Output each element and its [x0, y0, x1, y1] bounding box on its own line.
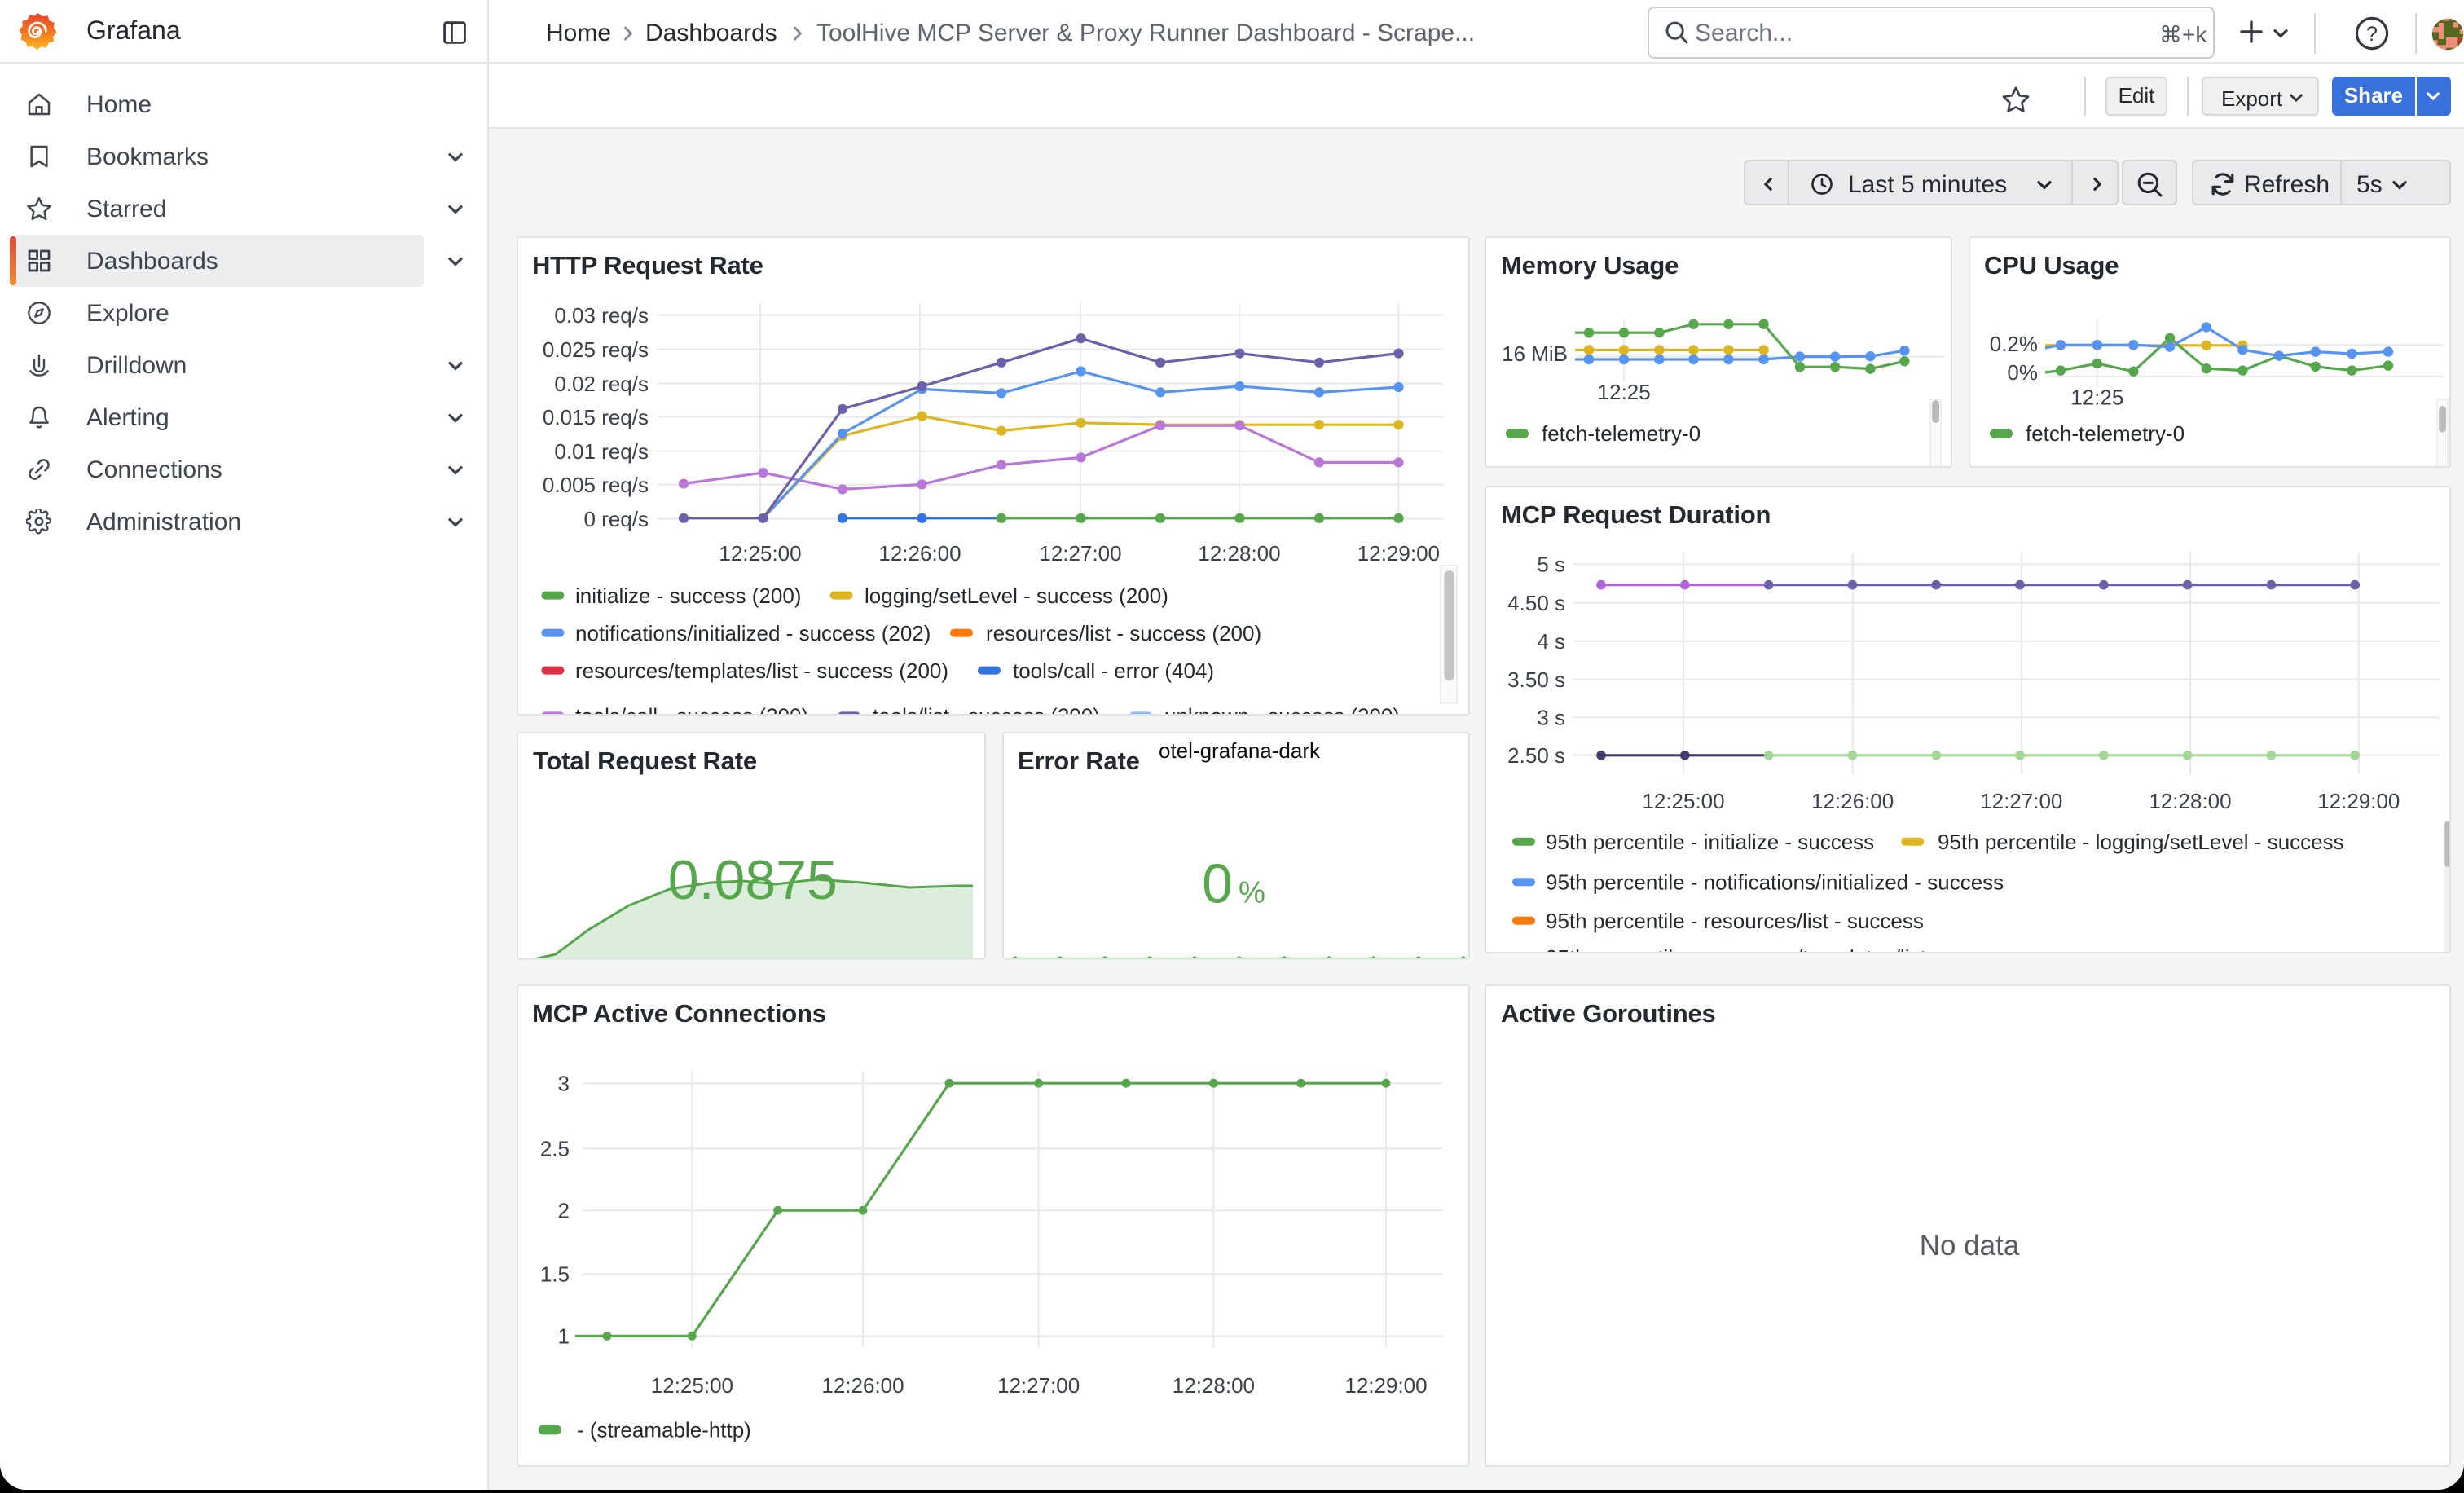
svg-text:12:27:00: 12:27:00	[997, 1372, 1079, 1397]
svg-text:tools/list - success (200): tools/list - success (200)	[872, 703, 1099, 716]
svg-text:12:25:00: 12:25:00	[650, 1372, 733, 1397]
svg-text:95th percentile - initialize -: 95th percentile - initialize - success	[1546, 829, 1874, 853]
svg-text:4 s: 4 s	[1537, 628, 1565, 653]
svg-text:- (streamable-http): - (streamable-http)	[576, 1417, 750, 1442]
svg-text:12:29:00: 12:29:00	[2317, 788, 2400, 813]
svg-text:%: %	[1238, 876, 1265, 909]
svg-text:12:28:00: 12:28:00	[2149, 788, 2231, 813]
svg-text:12:25:00: 12:25:00	[1642, 788, 1724, 813]
svg-text:0.01 req/s: 0.01 req/s	[553, 438, 648, 463]
svg-text:12:25: 12:25	[2070, 385, 2123, 409]
svg-text:3.50 s: 3.50 s	[1507, 667, 1565, 691]
svg-text:No data: No data	[1920, 1229, 2020, 1261]
svg-text:12:26:00: 12:26:00	[1811, 788, 1894, 813]
svg-text:fetch-telemetry-0: fetch-telemetry-0	[1542, 421, 1701, 445]
svg-text:12:29:00: 12:29:00	[1344, 1372, 1426, 1397]
svg-text:2: 2	[557, 1198, 569, 1222]
svg-text:tools/call - success (200): tools/call - success (200)	[574, 703, 807, 716]
svg-text:0.02 req/s: 0.02 req/s	[553, 371, 648, 395]
svg-text:0.0875: 0.0875	[668, 850, 838, 912]
svg-text:0.03 req/s: 0.03 req/s	[553, 302, 648, 327]
svg-text:12:25:00: 12:25:00	[718, 540, 800, 565]
svg-text:tools/call - error (404): tools/call - error (404)	[1012, 658, 1213, 682]
svg-text:logging/setLevel - success (20: logging/setLevel - success (200)	[864, 583, 1168, 607]
svg-text:2.50 s: 2.50 s	[1507, 742, 1565, 767]
svg-text:12:27:00: 12:27:00	[1980, 788, 2062, 813]
svg-text:95th percentile - notification: 95th percentile - notifications/initiali…	[1546, 870, 2004, 894]
svg-text:0.005 req/s: 0.005 req/s	[542, 472, 648, 496]
svg-text:12:27:00: 12:27:00	[1038, 540, 1120, 565]
svg-text:12:25: 12:25	[1598, 379, 1651, 403]
svg-text:12:28:00: 12:28:00	[1172, 1372, 1254, 1397]
svg-text:resources/templates/list - suc: resources/templates/list - success (200)	[574, 658, 948, 682]
svg-text:?: ?	[2366, 23, 2378, 46]
svg-text:1.5: 1.5	[539, 1262, 569, 1286]
svg-text:0%: 0%	[2006, 359, 2037, 384]
svg-text:12:29:00: 12:29:00	[1357, 540, 1439, 565]
svg-text:5 s: 5 s	[1537, 552, 1565, 576]
svg-text:2.5: 2.5	[539, 1136, 569, 1160]
svg-text:3 s: 3 s	[1537, 705, 1565, 729]
svg-text:initialize - success (200): initialize - success (200)	[574, 583, 800, 607]
svg-text:16 MiB: 16 MiB	[1502, 341, 1568, 366]
svg-text:3: 3	[557, 1071, 569, 1095]
svg-text:0 req/s: 0 req/s	[583, 506, 649, 531]
svg-text:resources/list - success (200): resources/list - success (200)	[985, 620, 1261, 645]
svg-text:0: 0	[1201, 853, 1232, 915]
svg-text:12:28:00: 12:28:00	[1197, 540, 1279, 565]
svg-text:12:26:00: 12:26:00	[878, 540, 960, 565]
svg-text:0.015 req/s: 0.015 req/s	[542, 404, 648, 429]
svg-text:95th percentile - resources/te: 95th percentile - resources/templates/li…	[1546, 945, 2022, 954]
svg-text:0.2%: 0.2%	[1989, 332, 2037, 356]
svg-text:95th percentile - logging/setL: 95th percentile - logging/setLevel - suc…	[1938, 829, 2344, 853]
svg-text:unknown - success (200): unknown - success (200)	[1164, 703, 1399, 716]
svg-text:0.025 req/s: 0.025 req/s	[542, 337, 648, 361]
svg-text:12:26:00: 12:26:00	[821, 1372, 903, 1397]
svg-text:95th percentile - resources/li: 95th percentile - resources/list - succe…	[1546, 908, 1924, 932]
svg-text:1: 1	[557, 1323, 569, 1348]
svg-text:4.50 s: 4.50 s	[1507, 590, 1565, 614]
svg-text:fetch-telemetry-0: fetch-telemetry-0	[2025, 421, 2184, 445]
svg-text:notifications/initialized - su: notifications/initialized - success (202…	[574, 620, 930, 645]
